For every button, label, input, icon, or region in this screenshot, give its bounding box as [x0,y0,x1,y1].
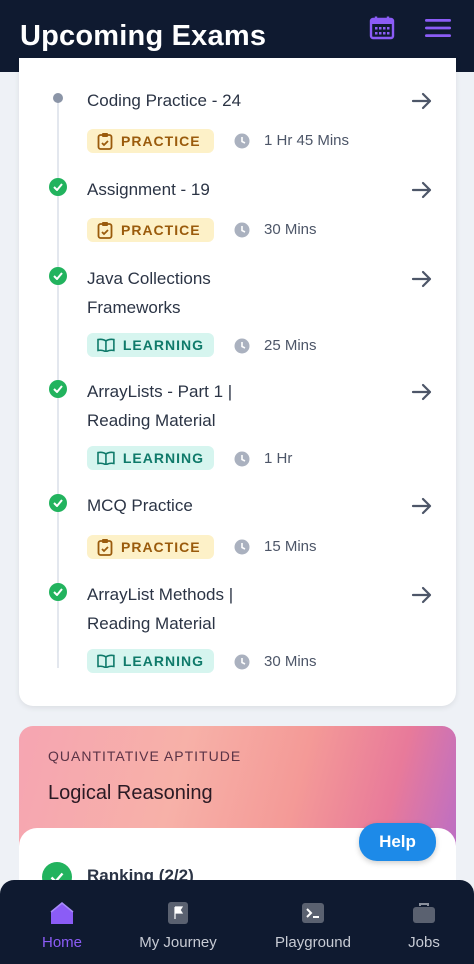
practice-badge: PRACTICE [87,129,214,153]
exam-timeline-card: Coding Practice - 24 PRACTICE 1 Hr 45 Mi… [19,58,456,706]
learning-badge: LEARNING [87,333,214,357]
practice-badge: PRACTICE [87,218,214,242]
clock-icon [234,451,250,466]
clock-icon [234,222,250,237]
item-title: Assignment - 19 [87,180,210,199]
practice-badge: PRACTICE [87,535,214,559]
badge-label: PRACTICE [121,222,201,238]
badge-label: LEARNING [122,337,204,353]
arrow-right-icon[interactable] [410,267,434,291]
clipboard-icon [97,133,113,150]
clipboard-icon [97,539,113,556]
duration: 15 Mins [234,538,317,555]
item-title: ArrayLists - Part 1 | Reading Material [87,382,233,430]
nav-label: My Journey [139,934,217,951]
calendar-icon[interactable] [368,14,396,42]
arrow-right-icon[interactable] [410,89,434,113]
clipboard-icon [97,222,113,239]
duration-text: 1 Hr [264,450,293,467]
duration-text: 30 Mins [264,653,317,670]
badge-label: LEARNING [122,450,204,466]
badge-label: LEARNING [122,653,204,669]
book-open-icon [97,654,115,668]
course-category: QUANTITATIVE APTITUDE [48,748,242,764]
arrow-right-icon[interactable] [410,380,434,404]
nav-label: Home [41,934,82,951]
check-circle-icon [49,583,67,601]
menu-icon[interactable] [424,14,452,42]
flag-icon [168,902,188,924]
badge-label: PRACTICE [121,133,201,149]
duration-text: 15 Mins [264,538,317,555]
item-title: MCQ Practice [87,496,193,515]
check-circle-icon [49,267,67,285]
duration-text: 30 Mins [264,221,317,238]
book-open-icon [97,451,115,465]
bottom-nav: Home My Journey Playground Jobs [0,880,474,964]
duration: 25 Mins [234,337,317,354]
clock-icon [234,654,250,669]
page-title: Upcoming Exams [20,19,267,52]
course-title: Logical Reasoning [48,782,213,804]
arrow-right-icon[interactable] [410,583,434,607]
nav-item-home[interactable]: Home [40,880,84,964]
duration-text: 25 Mins [264,337,317,354]
nav-item-my-journey[interactable]: My Journey [138,880,218,964]
badge-label: PRACTICE [121,539,201,555]
duration: 30 Mins [234,221,317,238]
book-open-icon [97,338,115,352]
learning-badge: LEARNING [87,649,214,673]
learning-badge: LEARNING [87,446,214,470]
home-icon [50,902,74,924]
help-button[interactable]: Help [359,823,436,861]
duration: 1 Hr 45 Mins [234,132,349,149]
nav-label: Jobs [408,934,440,951]
arrow-right-icon[interactable] [410,494,434,518]
header-actions [368,14,452,42]
terminal-icon [302,903,324,923]
check-circle-icon [49,178,67,196]
duration: 30 Mins [234,653,317,670]
briefcase-icon [413,903,435,923]
check-circle-icon [49,380,67,398]
duration: 1 Hr [234,450,292,467]
item-title: Java Collections Frameworks [87,269,211,317]
pending-dot-icon [53,93,63,103]
clock-icon [234,539,250,554]
arrow-right-icon[interactable] [410,178,434,202]
nav-item-jobs[interactable]: Jobs [404,880,444,964]
clock-icon [234,338,250,353]
nav-label: Playground [275,934,351,951]
item-title: Coding Practice - 24 [87,91,242,110]
nav-item-playground[interactable]: Playground [274,880,352,964]
item-title: ArrayList Methods | Reading Material [87,585,234,633]
clock-icon [234,133,250,148]
duration-text: 1 Hr 45 Mins [264,132,350,149]
check-circle-icon [49,494,67,512]
